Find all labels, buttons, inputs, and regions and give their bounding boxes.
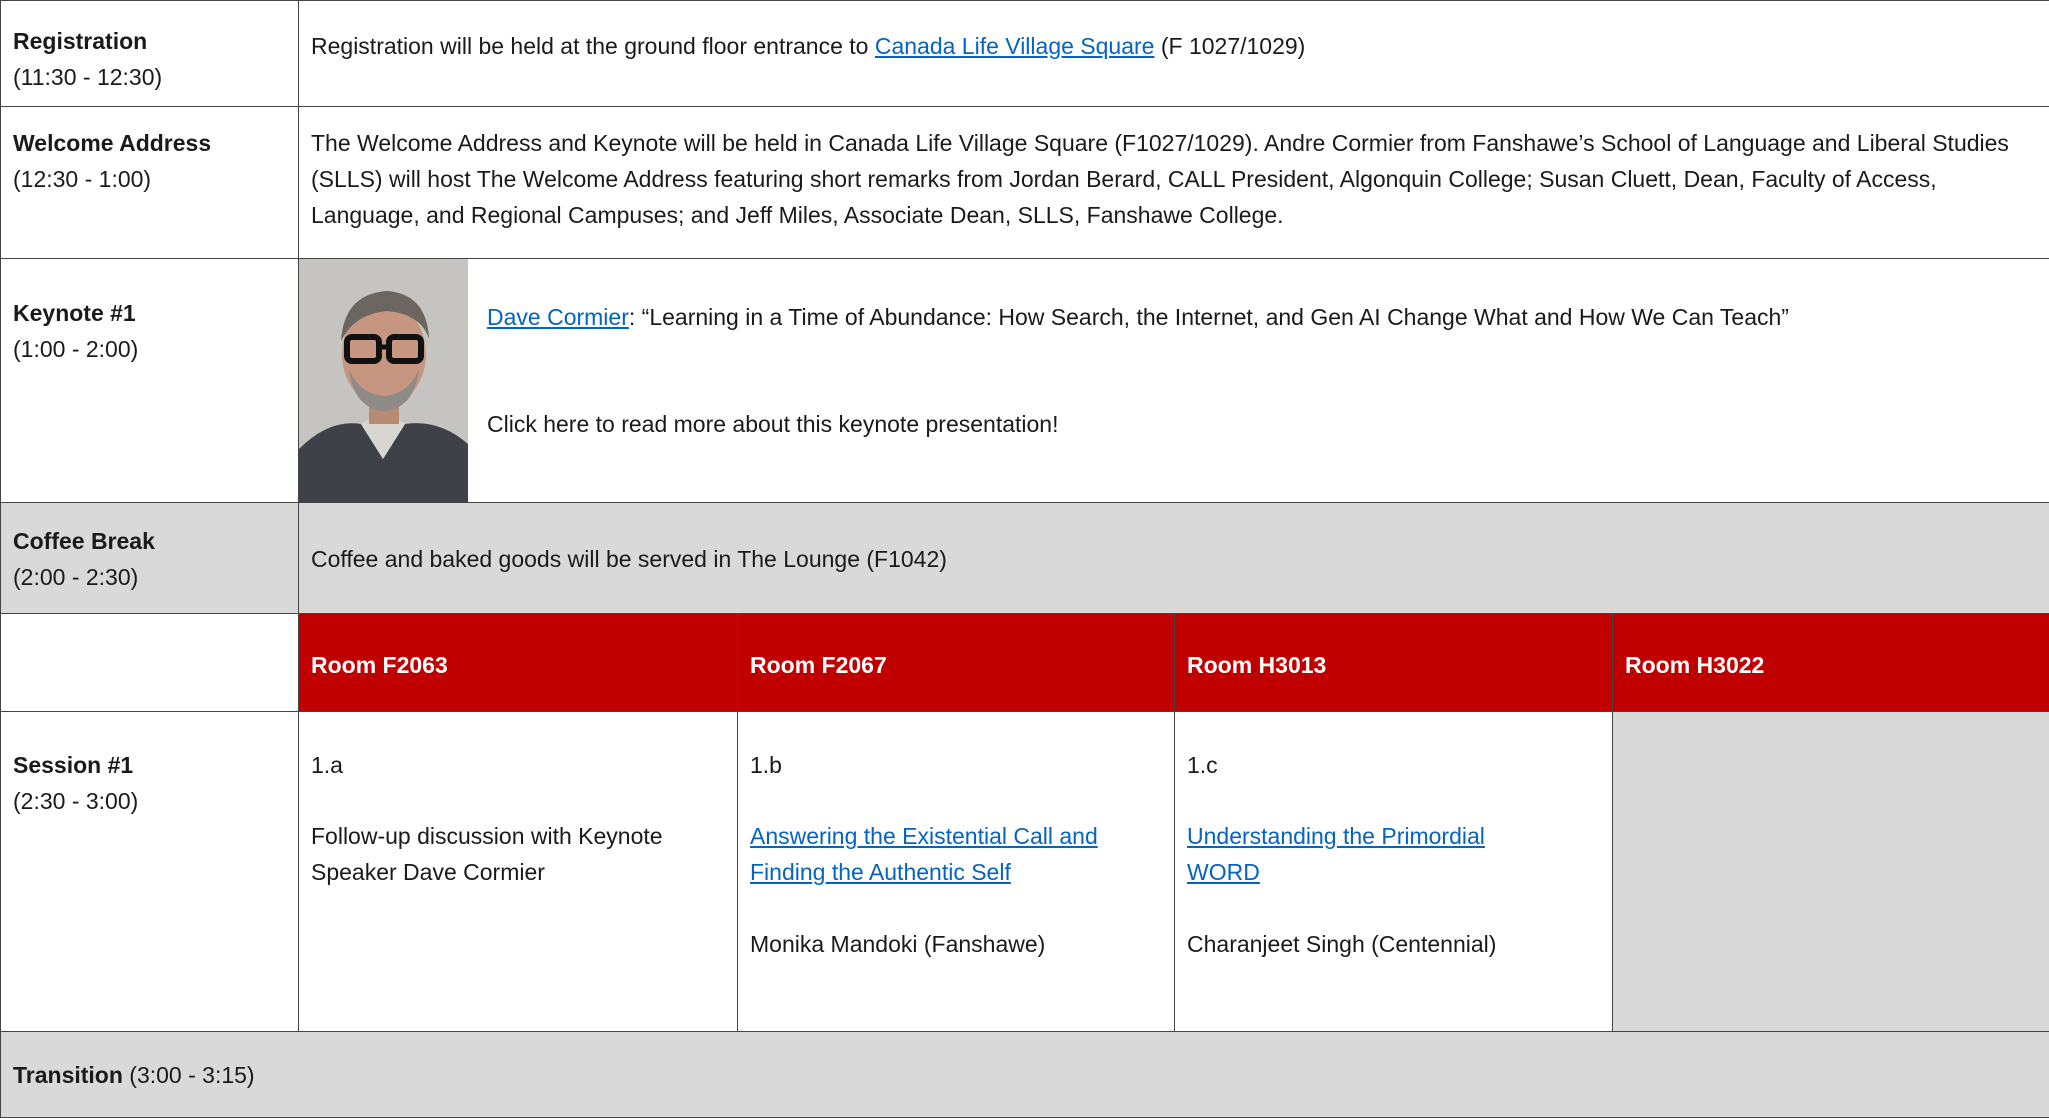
session1-label-cell: Session #1 (2:30 - 3:00): [0, 712, 299, 1032]
session1a-cell: 1.a Follow-up discussion with Keynote Sp…: [299, 712, 738, 1032]
room-h3022-header: Room H3022: [1613, 614, 2049, 712]
session1a-code: 1.a: [311, 752, 343, 778]
transition-time: (3:00 - 3:15): [122, 1062, 255, 1088]
transition-cell: Transition (3:00 - 3:15): [0, 1032, 2049, 1118]
session1b-cell: 1.b Answering the Existential Call and F…: [738, 712, 1175, 1032]
room-f2067-label: Room F2067: [750, 652, 887, 678]
room-h3022-label: Room H3022: [1625, 652, 1765, 678]
speaker-photo: [299, 259, 468, 503]
keynote-detail-cell: Dave Cormier: “Learning in a Time of Abu…: [299, 259, 2049, 503]
session1c-code: 1.c: [1187, 752, 1218, 778]
room-f2063-label: Room F2063: [311, 652, 448, 678]
session1b-presenter: Monika Mandoki (Fanshawe): [750, 931, 1046, 957]
welcome-label-cell: Welcome Address (12:30 - 1:00): [0, 107, 299, 259]
session1b-link[interactable]: Answering the Existential Call and Findi…: [750, 818, 1162, 890]
schedule-table: Registration (11:30 - 12:30) Registratio…: [0, 0, 2049, 1118]
dave-cormier-link[interactable]: Dave Cormier: [487, 304, 629, 330]
session1c-cell: 1.c Understanding the Primordial WORD Ch…: [1175, 712, 1613, 1032]
registration-time: (11:30 - 12:30): [13, 64, 163, 90]
keynote-more-link[interactable]: Click here to read more about this keyno…: [487, 406, 1059, 442]
coffee-label-cell: Coffee Break (2:00 - 2:30): [0, 503, 299, 614]
session1c-link[interactable]: Understanding the Primordial WORD: [1187, 818, 1552, 890]
welcome-title: Welcome Address: [13, 130, 212, 156]
room-f2063-header: Room F2063: [299, 614, 738, 712]
session1-time: (2:30 - 3:00): [13, 788, 139, 814]
registration-detail-cell: Registration will be held at the ground …: [299, 0, 2049, 107]
coffee-time: (2:00 - 2:30): [13, 564, 139, 590]
rooms-empty-cell: [0, 614, 299, 712]
welcome-text: The Welcome Address and Keynote will be …: [311, 130, 2009, 228]
session1c-presenter: Charanjeet Singh (Centennial): [1187, 931, 1497, 957]
coffee-detail-cell: Coffee and baked goods will be served in…: [299, 503, 2049, 614]
registration-label-cell: Registration (11:30 - 12:30): [0, 0, 299, 107]
welcome-time: (12:30 - 1:00): [13, 166, 152, 192]
room-h3013-header: Room H3013: [1175, 614, 1613, 712]
keynote-talk-title: : “Learning in a Time of Abundance: How …: [628, 304, 1789, 330]
room-f2067-header: Room F2067: [738, 614, 1175, 712]
coffee-text: Coffee and baked goods will be served in…: [311, 546, 947, 572]
session1-title: Session #1: [13, 752, 134, 778]
coffee-title: Coffee Break: [13, 528, 155, 554]
registration-title: Registration: [13, 28, 148, 54]
keynote-title: Keynote #1: [13, 300, 136, 326]
welcome-detail-cell: The Welcome Address and Keynote will be …: [299, 107, 2049, 259]
room-h3013-label: Room H3013: [1187, 652, 1327, 678]
session1b-code: 1.b: [750, 752, 782, 778]
canada-life-village-square-link[interactable]: Canada Life Village Square: [875, 33, 1155, 59]
transition-title: Transition: [13, 1062, 123, 1088]
session1a-text: Follow-up discussion with Keynote Speake…: [311, 823, 663, 885]
registration-text-after: (F 1027/1029): [1154, 33, 1306, 59]
keynote-time: (1:00 - 2:00): [13, 336, 139, 362]
keynote-label-cell: Keynote #1 (1:00 - 2:00): [0, 259, 299, 503]
registration-text-before: Registration will be held at the ground …: [311, 33, 875, 59]
session1d-empty-cell: [1613, 712, 2049, 1032]
